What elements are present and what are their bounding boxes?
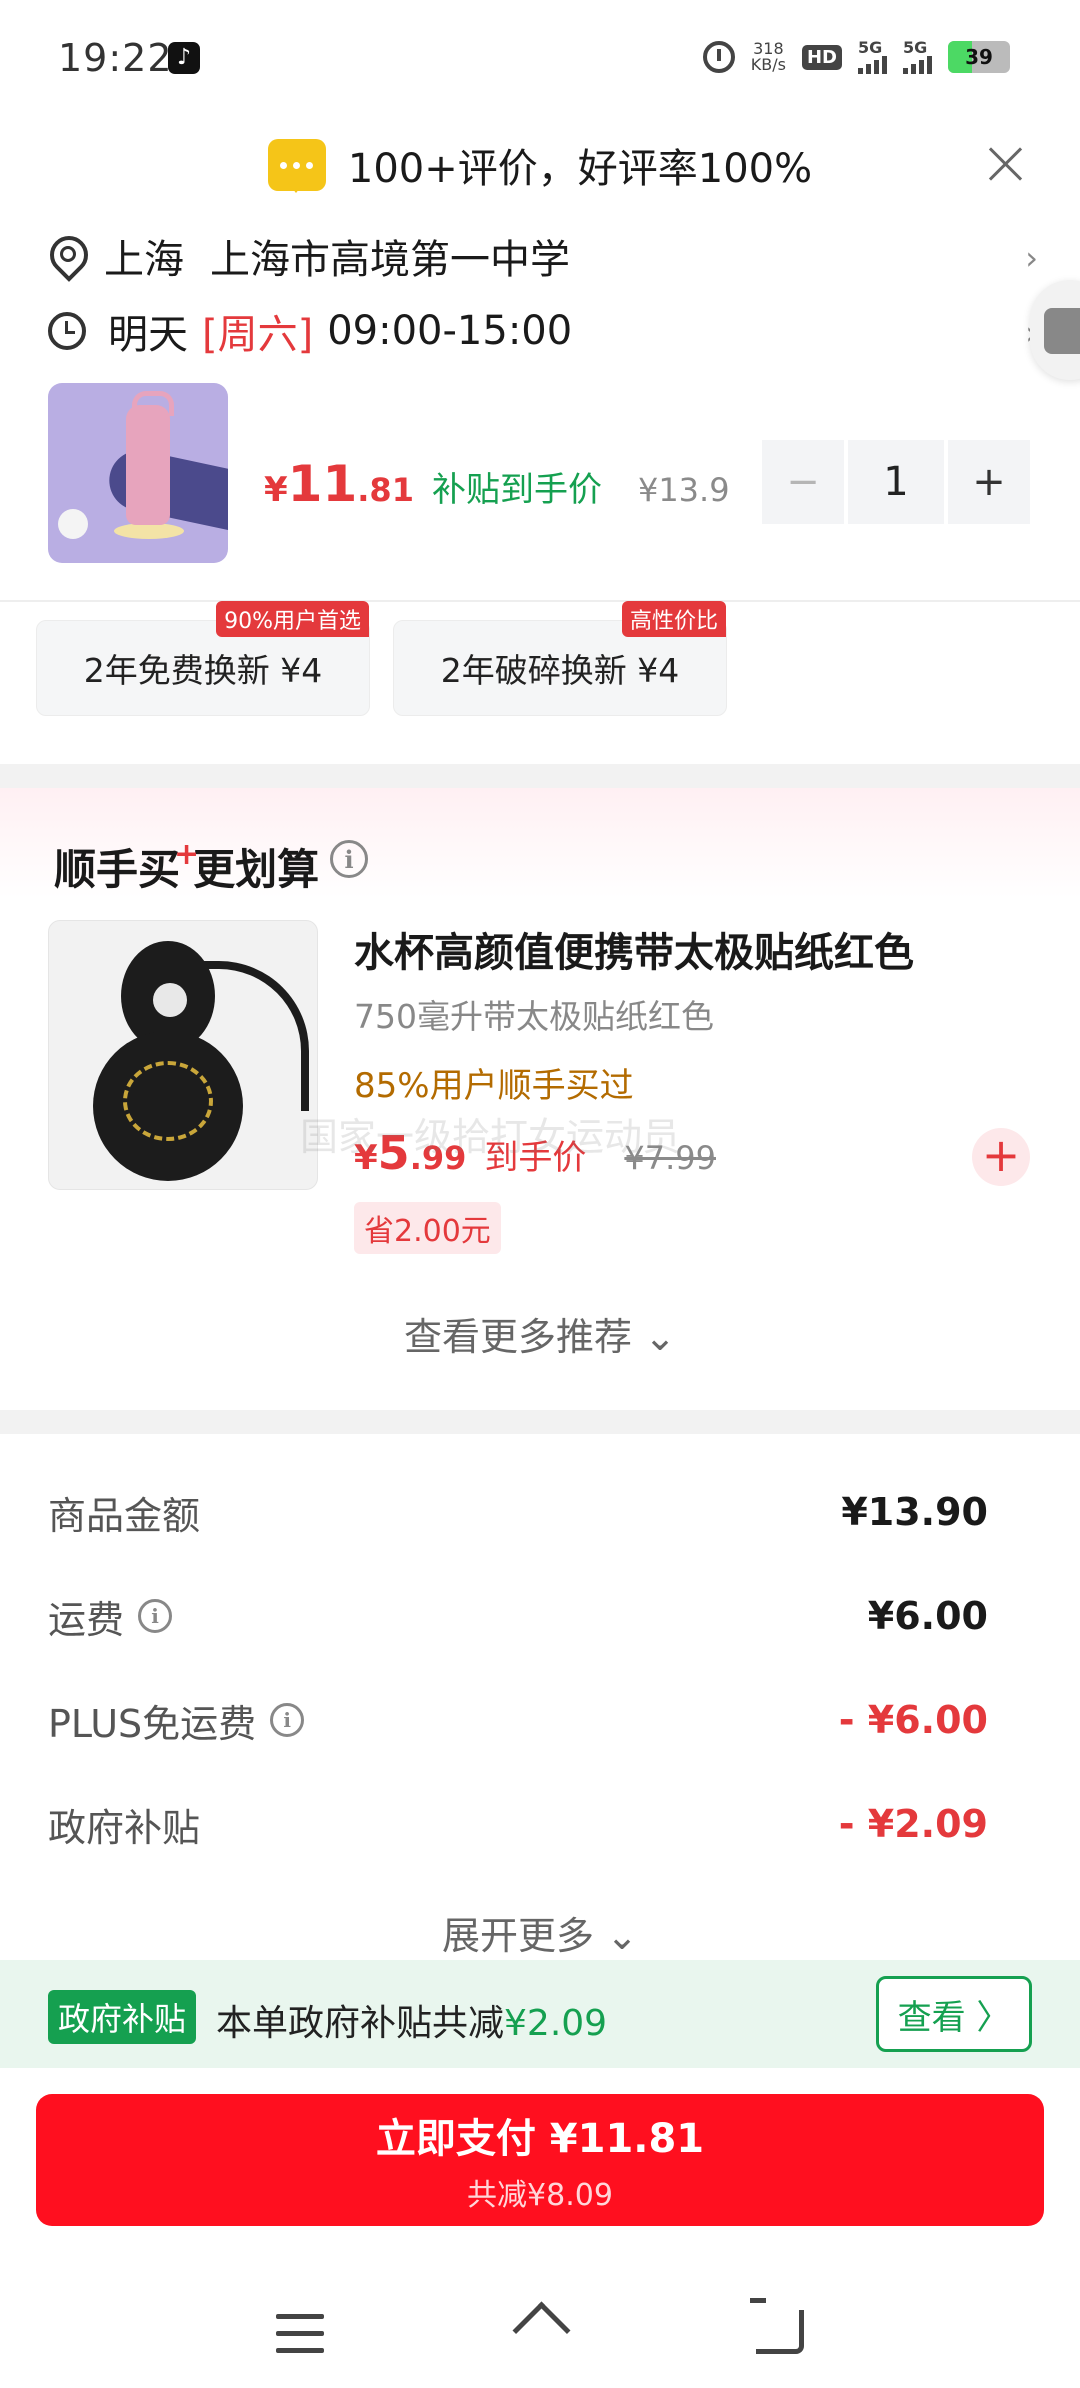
cost-label: PLUS免运费 i: [48, 1693, 305, 1748]
chat-bubble-icon: [267, 139, 326, 193]
delivery-window: 09:00-15:00: [327, 308, 573, 354]
watermark: 国家一级拾打女运动员: [300, 1115, 681, 1159]
cost-label-text: 商品金额: [48, 1493, 201, 1538]
info-icon[interactable]: i: [138, 1599, 173, 1633]
gov-subsidy-text-label: 本单政府补贴共减: [216, 2003, 505, 2044]
floating-app-icon: [1044, 308, 1080, 354]
signal-label: 5G: [903, 38, 928, 57]
view-subsidy-button[interactable]: 查看 〉: [876, 1976, 1032, 2052]
quantity-plus-button[interactable]: +: [948, 440, 1030, 524]
signal-icon: 5G: [903, 40, 932, 74]
recent-apps-icon[interactable]: [276, 2314, 324, 2354]
clock-icon: [48, 312, 86, 350]
price-symbol: ¥: [264, 470, 288, 510]
cost-value: ¥6.00: [867, 1594, 988, 1638]
gov-subsidy-banner: 政府补贴 本单政府补贴共减¥2.09 查看 〉: [0, 1960, 1080, 2068]
cost-value: - ¥6.00: [838, 1698, 988, 1742]
back-icon[interactable]: [750, 2298, 804, 2354]
signal-icon: 5G: [858, 40, 887, 74]
delivery-time[interactable]: 明天 [周六] 09:00-15:00 ›: [48, 300, 1038, 362]
signal-label: 5G: [858, 38, 883, 57]
chevron-right-icon: ›: [1025, 239, 1038, 277]
cost-value: ¥13.90: [841, 1490, 988, 1534]
gov-subsidy-tag: 政府补贴: [48, 1990, 197, 2044]
status-time: 19:22: [58, 36, 173, 80]
system-nav-bar: [0, 2270, 1080, 2388]
floating-side-button[interactable]: [1030, 280, 1080, 380]
expand-more-button[interactable]: 展开更多 ⌄: [0, 1905, 1080, 1960]
cost-row-gov-subsidy: 政府补贴 - ¥2.09: [48, 1794, 988, 1854]
subsidy-price-label: 补贴到手价: [431, 470, 602, 510]
cost-label-text: 运费: [48, 1597, 125, 1642]
battery-icon: 39: [948, 41, 1010, 73]
bundle-section: 顺手买+更划算 i 水杯高颜值便携带太极贴纸红色 750毫升带太极贴纸红色 85…: [0, 788, 1080, 1408]
quantity-minus-button[interactable]: −: [762, 440, 844, 524]
bundle-title-plus: +: [174, 837, 200, 872]
hd-icon: HD: [801, 44, 842, 70]
bundle-title: 顺手买+更划算: [54, 836, 319, 897]
alarm-icon: [702, 41, 735, 73]
pay-discount-label: 共减¥8.09: [467, 2178, 613, 2213]
info-icon[interactable]: i: [270, 1703, 305, 1737]
battery-level: 39: [965, 45, 993, 69]
divider: [0, 600, 1080, 602]
cost-row-goods-amount: 商品金额 ¥13.90: [48, 1482, 988, 1542]
delivery-weekday: [周六]: [202, 312, 314, 358]
bundle-title-part2: 更划算: [193, 845, 320, 894]
product-thumbnail[interactable]: [48, 383, 228, 563]
cost-row-plus-free-shipping: PLUS免运费 i - ¥6.00: [48, 1690, 988, 1750]
location-pin-icon: [48, 236, 82, 276]
service-tag: 90%用户首选: [216, 601, 369, 637]
cost-label: 商品金额: [48, 1485, 200, 1540]
section-separator: [0, 764, 1080, 788]
cost-label-text: PLUS免运费: [48, 1701, 257, 1746]
cost-row-shipping: 运费 i ¥6.00: [48, 1586, 988, 1646]
product-price: ¥ 11 .81 补贴到手价 ¥13.9: [264, 455, 730, 513]
review-text: 100+评价，好评率100%: [347, 146, 813, 192]
net-speed: 318 KB/s: [751, 41, 786, 73]
pay-now-label: 立即支付 ¥11.81: [375, 2116, 705, 2162]
service-option-breakage-replace[interactable]: 高性价比 2年破碎换新 ¥4: [393, 601, 727, 716]
net-speed-unit: KB/s: [750, 55, 786, 74]
quantity-value[interactable]: 1: [848, 440, 944, 524]
cost-label-text: 政府补贴: [48, 1805, 201, 1850]
recommended-product-bought: 85%用户顺手买过: [354, 1066, 634, 1106]
service-label: 2年破碎换新 ¥4: [440, 651, 680, 690]
recommended-product-name[interactable]: 水杯高颜值便携带太极贴纸红色: [354, 920, 914, 978]
bundle-title-part1: 顺手买: [54, 845, 181, 894]
price-decimal: .81: [357, 471, 414, 509]
cost-label: 运费 i: [48, 1589, 173, 1644]
delivery-day: 明天: [108, 312, 188, 358]
gov-subsidy-amount: ¥2.09: [504, 2003, 608, 2044]
recommended-product-thumbnail[interactable]: [48, 920, 318, 1190]
info-icon[interactable]: i: [330, 840, 368, 878]
cost-label: 政府补贴: [48, 1797, 200, 1852]
add-to-order-button[interactable]: +: [972, 1128, 1030, 1186]
review-banner: 100+评价，好评率100%: [0, 120, 1080, 210]
savings-badge: 省2.00元: [354, 1202, 501, 1254]
gov-subsidy-text: 本单政府补贴共减¥2.09: [216, 1994, 607, 2046]
pay-now-button[interactable]: 立即支付 ¥11.81 共减¥8.09: [36, 2094, 1044, 2226]
address-detail: 上海市高境第一中学: [210, 237, 570, 283]
see-more-recommendations[interactable]: 查看更多推荐 ⌄: [0, 1306, 1080, 1361]
close-icon[interactable]: [982, 140, 1030, 188]
original-price: ¥13.9: [637, 471, 730, 509]
tiktok-icon: ♪: [168, 42, 200, 74]
price-integer: 11: [287, 455, 358, 513]
home-icon[interactable]: [512, 2304, 568, 2356]
cost-value: - ¥2.09: [838, 1802, 988, 1846]
status-bar: 19:22 ♪ 318 KB/s HD 5G 5G 39: [0, 0, 1080, 110]
delivery-address[interactable]: 上海 上海市高境第一中学 ›: [48, 225, 1038, 287]
service-label: 2年免费换新 ¥4: [83, 651, 323, 690]
service-tag: 高性价比: [621, 601, 726, 637]
service-option-free-replace[interactable]: 90%用户首选 2年免费换新 ¥4: [36, 601, 370, 716]
section-separator: [0, 1410, 1080, 1434]
address-city: 上海: [104, 237, 184, 283]
status-indicators: 318 KB/s HD 5G 5G 39: [702, 40, 1010, 74]
quantity-stepper: − 1 +: [762, 440, 1032, 524]
recommended-product-spec: 750毫升带太极贴纸红色: [354, 997, 714, 1036]
